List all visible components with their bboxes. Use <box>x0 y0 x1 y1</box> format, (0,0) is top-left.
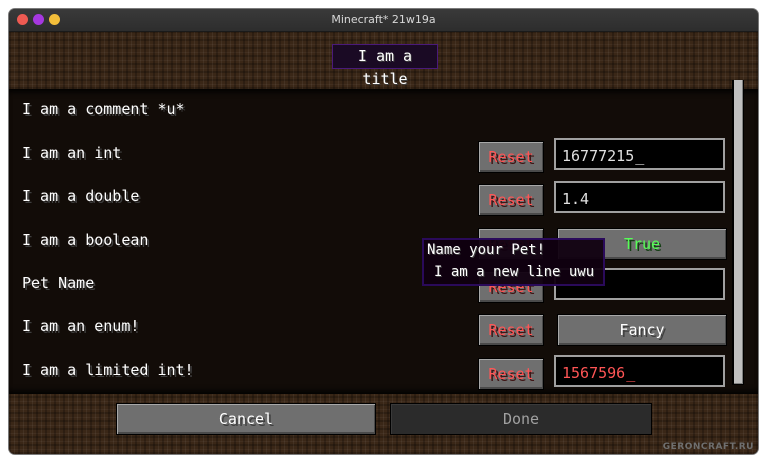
limited-int-input[interactable]: 1567596_ <box>554 355 725 387</box>
int-input[interactable]: 16777215_ <box>554 138 725 170</box>
int-caret: _ <box>635 147 645 165</box>
limited-int-reset-button[interactable]: Reset <box>478 358 544 390</box>
limited-int-value: 1567596 <box>562 364 626 382</box>
pet-name-label: Pet Name <box>22 274 95 292</box>
limited-int-caret: _ <box>626 364 636 382</box>
scrollbar-thumb[interactable] <box>734 80 743 384</box>
window-title: Minecraft* 21w19a <box>331 13 436 26</box>
enum-reset-button[interactable]: Reset <box>478 314 544 346</box>
pet-name-tooltip: Name your Pet! I am a new line uwu <box>422 238 605 286</box>
int-label: I am an int <box>22 144 122 162</box>
tooltip-line-1: Name your Pet! <box>427 242 546 258</box>
watermark-text: GERONCRAFT.RU <box>662 442 754 452</box>
enum-cycle-button[interactable]: Fancy <box>557 314 727 346</box>
double-label: I am a double <box>22 187 140 205</box>
double-input[interactable]: 1.4 <box>554 181 725 213</box>
int-reset-button[interactable]: Reset <box>478 141 544 173</box>
cancel-button[interactable]: Cancel <box>116 403 376 435</box>
comment-label: I am a comment *u* <box>22 100 185 118</box>
enum-label: I am an enum! <box>22 317 140 335</box>
tooltip-line-2: I am a new line uwu <box>434 264 595 280</box>
boolean-label: I am a boolean <box>22 231 149 249</box>
limited-int-label: I am a limited int! <box>22 361 194 379</box>
int-value: 16777215 <box>562 147 635 165</box>
title-bar: Minecraft* 21w19a <box>9 9 758 32</box>
done-button[interactable]: Done <box>390 403 652 435</box>
double-value: 1.4 <box>562 190 590 208</box>
double-reset-button[interactable]: Reset <box>478 184 544 216</box>
screen-title: I am a title <box>332 44 438 88</box>
